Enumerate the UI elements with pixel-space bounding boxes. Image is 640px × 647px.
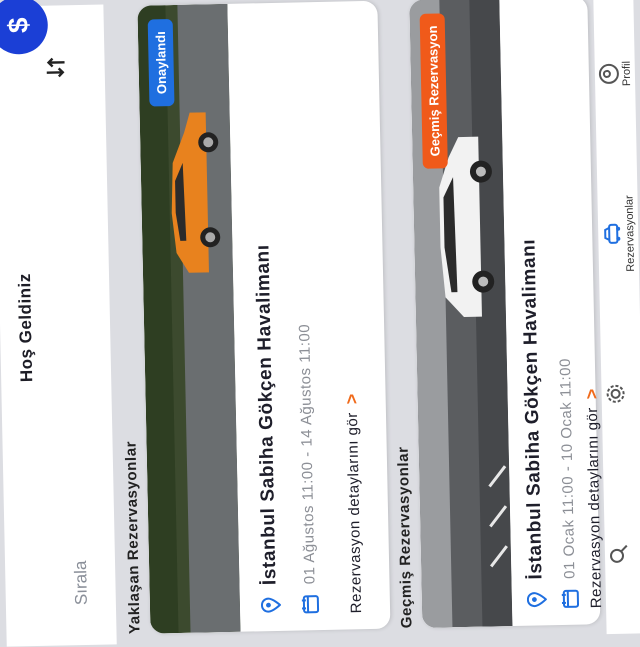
dollar-icon[interactable]: $ xyxy=(0,0,49,55)
car-photo: Onaylandı xyxy=(137,3,241,634)
nav-search[interactable] xyxy=(604,494,633,615)
location-text: İstanbul Sabiha Gökçen Havalimanı xyxy=(252,244,281,586)
location-text: İstanbul Sabiha Gökçen Havalimanı xyxy=(518,238,547,580)
profile-icon xyxy=(598,63,619,84)
car-photo: Geçmiş Rezervasyon xyxy=(409,0,513,628)
app-screen: Sırala Hoş Geldiniz $ Yaklaşan Rezervasy… xyxy=(0,0,640,647)
past-reservation-card[interactable]: Geçmiş Rezervasyon İstanbul Sabiha Gökçe… xyxy=(409,0,601,628)
details-link[interactable]: Rezervasyon detaylarını gör > xyxy=(342,394,368,614)
search-icon xyxy=(610,544,628,563)
chevron-right-icon: > xyxy=(341,393,362,405)
date-range-text: 01 Ocak 11:00 - 10 Ocak 11:00 xyxy=(556,357,578,580)
nav-reservations[interactable]: Rezervasyonlar xyxy=(597,173,638,294)
chevron-right-icon: > xyxy=(581,388,602,400)
date-range-text: 01 Ağustos 11:00 - 14 Ağustos 11:00 xyxy=(295,323,319,585)
car-icon xyxy=(604,223,621,244)
date-row: 01 Ağustos 11:00 - 14 Ağustos 11:00 xyxy=(294,324,320,615)
header-bar: Sırala Hoş Geldiniz $ xyxy=(0,0,117,647)
location-row: İstanbul Sabiha Gökçen Havalimanı xyxy=(518,239,548,610)
status-badge: Onaylandı xyxy=(147,19,175,107)
details-link-label[interactable]: Rezervasyon detaylarını gör xyxy=(344,412,365,613)
sort-arrows-icon[interactable] xyxy=(42,54,69,81)
location-pin-icon xyxy=(260,597,282,613)
calendar-icon xyxy=(301,595,320,614)
past-section-title: Geçmiş Rezervasyonlar xyxy=(394,446,416,629)
nav-settings[interactable] xyxy=(600,334,629,455)
greeting-title: Hoş Geldiniz xyxy=(14,273,37,383)
calendar-icon xyxy=(561,589,580,608)
location-row: İstanbul Sabiha Gökçen Havalimanı xyxy=(252,244,282,615)
date-row: 01 Ocak 11:00 - 10 Ocak 11:00 xyxy=(555,358,580,609)
upcoming-section-title: Yaklaşan Rezervasyonlar xyxy=(122,440,144,635)
nav-profile[interactable]: Profil xyxy=(594,13,635,134)
nav-profile-label: Profil xyxy=(620,60,634,87)
nav-reservations-label: Rezervasyonlar xyxy=(623,195,638,272)
upcoming-reservation-card[interactable]: Onaylandı İstanbul Sabiha Gökçen Havalim… xyxy=(137,0,391,634)
location-pin-icon xyxy=(526,592,548,608)
status-badge: Geçmiş Rezervasyon xyxy=(419,13,448,169)
gear-icon xyxy=(606,384,625,403)
sort-label[interactable]: Sırala xyxy=(71,560,92,605)
